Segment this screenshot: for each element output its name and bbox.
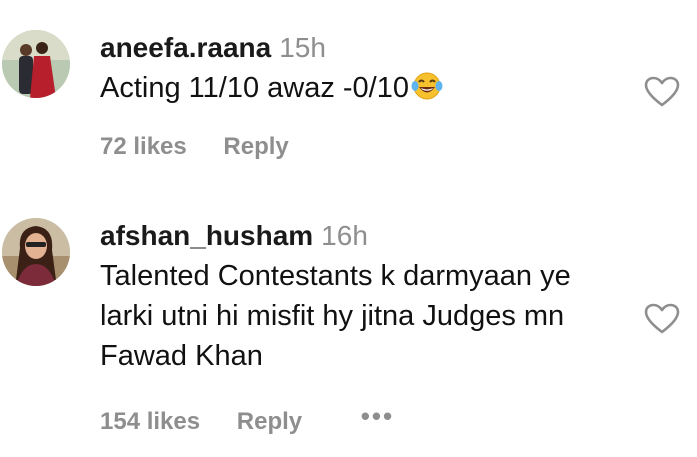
comment-item: aneefa.raana 15h Acting 11/10 awaz -0/10 … xyxy=(0,0,697,180)
comment-actions: 154 likes Reply ••• xyxy=(100,401,394,436)
tears-of-joy-emoji-icon xyxy=(411,71,443,112)
comment-time: 15h xyxy=(279,32,326,63)
comment-actions: 72 likes Reply xyxy=(100,133,289,161)
username-text[interactable]: aneefa.raana xyxy=(100,32,271,63)
likes-count[interactable]: 72 likes xyxy=(100,133,187,161)
likes-count[interactable]: 154 likes xyxy=(100,408,200,436)
avatar[interactable] xyxy=(2,218,70,286)
heart-outline-icon[interactable] xyxy=(644,303,680,335)
more-options-icon[interactable]: ••• xyxy=(361,401,394,432)
comment-time: 16h xyxy=(321,220,368,251)
heart-outline-icon[interactable] xyxy=(644,76,680,108)
username-text[interactable]: afshan_husham xyxy=(100,220,313,251)
comment-text-line: larki utni hi misfit hy jitna Judges mn xyxy=(100,300,565,332)
comment-text-line: Talented Contestants k darmyaan ye xyxy=(100,260,571,292)
comment-text-line: Fawad Khan xyxy=(100,340,263,372)
comment-text-content: Acting 11/10 awaz -0/10 xyxy=(100,72,409,104)
avatar-image xyxy=(2,30,70,98)
avatar-image xyxy=(2,218,70,286)
comment-username[interactable]: afshan_husham 16h xyxy=(100,220,368,252)
avatar[interactable] xyxy=(2,30,70,98)
reply-button[interactable]: Reply xyxy=(223,133,288,161)
comment-item: afshan_husham 16h Talented Contestants k … xyxy=(0,180,697,457)
comment-text: Talented Contestants k darmyaan ye larki… xyxy=(100,256,620,376)
reply-button[interactable]: Reply xyxy=(237,408,302,436)
comment-username[interactable]: aneefa.raana 15h xyxy=(100,32,326,64)
comment-text: Acting 11/10 awaz -0/10 xyxy=(100,68,620,112)
